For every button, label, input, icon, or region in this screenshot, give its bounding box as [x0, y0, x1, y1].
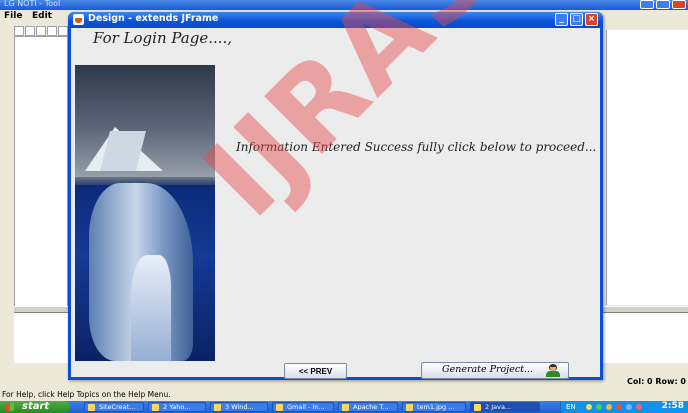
generate-project-label: Generate Project...: [442, 364, 534, 375]
taskbar-item[interactable]: SiteCreat...: [84, 402, 144, 412]
start-button[interactable]: start: [0, 401, 70, 413]
java-icon: [73, 14, 84, 25]
image-icon: [406, 404, 413, 411]
taskbar-item[interactable]: tem1.jpg ...: [402, 402, 466, 412]
iceberg-image: [75, 65, 215, 361]
left-pane: [14, 36, 68, 308]
app-icon: [88, 404, 95, 411]
browser-icon: [342, 404, 349, 411]
login-page-heading: For Login Page....,: [93, 29, 233, 47]
clock[interactable]: 2:58: [662, 401, 684, 411]
toolbar-button[interactable]: [47, 26, 57, 36]
tray-icon[interactable]: [606, 404, 612, 410]
jframe-maximize-button[interactable]: □: [570, 13, 583, 26]
info-message: Information Entered Success fully click …: [236, 140, 597, 154]
folder-icon: [214, 404, 221, 411]
taskbar-item[interactable]: 3 Wind...: [210, 402, 268, 412]
maximize-icon: □: [572, 14, 581, 24]
taskbar-item[interactable]: Apache T...: [338, 402, 398, 412]
tray-icon[interactable]: [636, 404, 642, 410]
tray-icon[interactable]: [586, 404, 592, 410]
close-icon[interactable]: [672, 0, 686, 9]
jframe-title: Design - extends JFrame: [88, 13, 219, 24]
taskbar-item[interactable]: 2 Yaho...: [148, 402, 206, 412]
person-icon: [546, 364, 560, 377]
taskbar-item[interactable]: Gmail - In...: [272, 402, 334, 412]
background-window-title: LG NOTI - Tool: [4, 0, 61, 8]
jframe-content-pane: For Login Page...., Information Entered …: [71, 28, 600, 379]
background-window-buttons: [640, 0, 686, 10]
menu-edit[interactable]: Edit: [32, 11, 52, 21]
toolbar-button[interactable]: [58, 26, 68, 36]
java-icon: [474, 404, 481, 411]
menu-file[interactable]: File: [4, 11, 22, 21]
cursor-position: Col: 0 Row: 0: [626, 377, 686, 386]
taskbar-item-active[interactable]: 2 Java...: [470, 402, 540, 412]
start-label: start: [22, 401, 50, 412]
toolbar-button[interactable]: [25, 26, 35, 36]
status-help-text: For Help, click Help Topics on the Help …: [2, 390, 171, 399]
browser-icon: [276, 404, 283, 411]
right-pane: [606, 30, 688, 305]
jframe-titlebar[interactable]: Design - extends JFrame _ □ ×: [68, 12, 603, 28]
jframe-minimize-button[interactable]: _: [555, 13, 568, 26]
prev-button[interactable]: << PREV: [284, 363, 347, 379]
toolbar: [14, 26, 68, 36]
minimize-icon: _: [559, 14, 564, 24]
background-window-titlebar: LG NOTI - Tool: [0, 0, 688, 10]
design-jframe-window: Design - extends JFrame _ □ × For Login …: [68, 12, 603, 380]
toolbar-button[interactable]: [14, 26, 24, 36]
language-indicator[interactable]: EN: [566, 403, 576, 411]
minimize-icon[interactable]: [640, 0, 654, 9]
maximize-icon[interactable]: [656, 0, 670, 9]
tray-icon[interactable]: [616, 404, 622, 410]
close-icon: ×: [587, 14, 596, 24]
tray-icon[interactable]: [596, 404, 602, 410]
tray-icon[interactable]: [626, 404, 632, 410]
jframe-close-button[interactable]: ×: [585, 13, 598, 26]
generate-project-button[interactable]: Generate Project...: [421, 362, 569, 379]
windows-flag-icon: [6, 403, 14, 411]
toolbar-button[interactable]: [36, 26, 46, 36]
app-icon: [152, 404, 159, 411]
iceberg-underwater-highlight: [131, 255, 171, 361]
